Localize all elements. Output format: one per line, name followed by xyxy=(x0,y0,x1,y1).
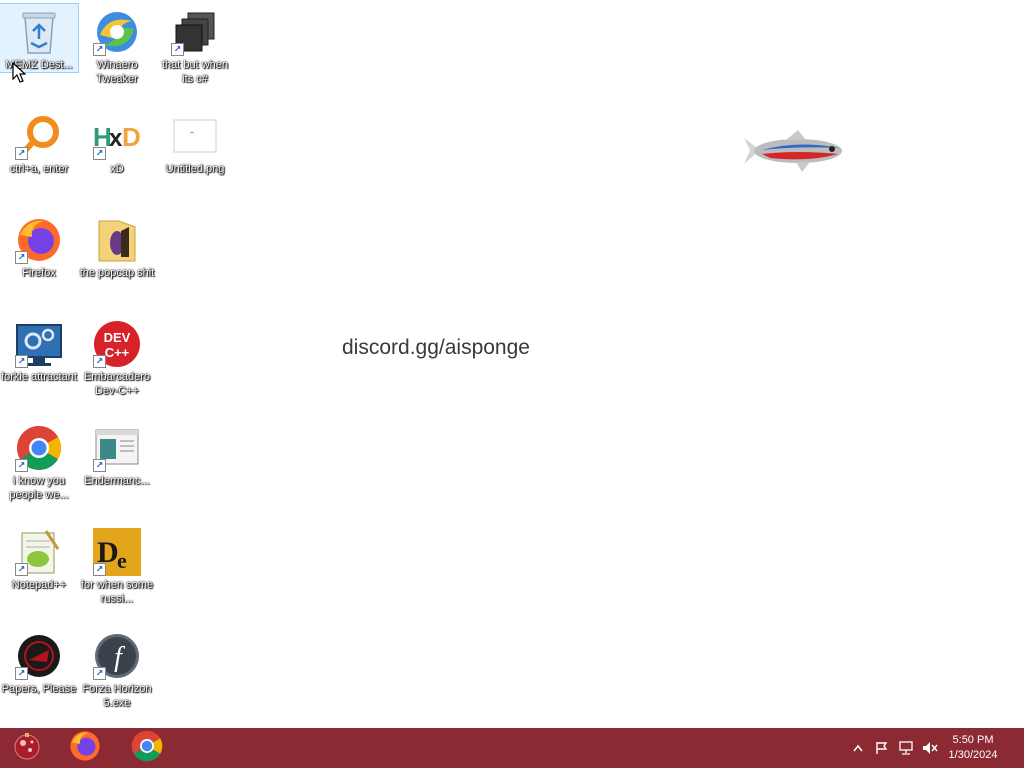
desktop-icon-chrome[interactable]: ↗ i know you people we... xyxy=(0,420,78,502)
de-app-icon: D e ↗ xyxy=(93,528,141,576)
mouse-cursor-icon xyxy=(12,61,27,89)
firefox-icon xyxy=(69,730,101,767)
desktop[interactable]: MEMZ Dest... ↗ ctrl+a, enter ↗ Firefox ↗… xyxy=(0,0,1024,728)
desktop-icon-label: xD xyxy=(110,163,124,175)
firefox-icon: ↗ xyxy=(15,216,63,264)
start-button[interactable] xyxy=(0,728,54,768)
desktop-icon-endermanc[interactable]: ↗ Endermanc... xyxy=(78,420,156,488)
image-file-icon xyxy=(171,112,219,160)
desktop-icon-label: Forza Horizon 5.exe xyxy=(82,683,152,709)
taskbar-firefox-button[interactable] xyxy=(58,728,112,768)
desktop-icon-winaero-tweaker[interactable]: ↗ Winaero Tweaker xyxy=(78,4,156,86)
shortcut-arrow-icon: ↗ xyxy=(93,667,106,680)
desktop-icon-papers-please[interactable]: ↗ Papers, Please xyxy=(0,628,78,696)
shortcut-arrow-icon: ↗ xyxy=(171,43,184,56)
flash-player-icon: f ↗ xyxy=(93,632,141,680)
desktop-icon-label: Winaero Tweaker xyxy=(96,59,138,85)
volume-muted-icon[interactable] xyxy=(922,740,938,756)
desktop-icon-xd[interactable]: H x D ↗ xD xyxy=(78,108,156,176)
desktop-icon-ctrl-a-enter[interactable]: ↗ ctrl+a, enter xyxy=(0,108,78,176)
papers-please-icon: ↗ xyxy=(15,632,63,680)
monitor-gears-icon: ↗ xyxy=(15,320,63,368)
shortcut-arrow-icon: ↗ xyxy=(15,459,28,472)
hxd-icon: H x D ↗ xyxy=(93,112,141,160)
desktop-icon-label: Untitled.png xyxy=(165,163,225,175)
dev-cpp-icon: DEV C++ ↗ xyxy=(93,320,141,368)
svg-text:e: e xyxy=(117,548,127,573)
desktop-icon-that-but-when-its-csharp[interactable]: ↗ that but when its c# xyxy=(156,4,234,86)
desktop-icon-label: forkie attractant xyxy=(1,371,77,383)
taskbar: 5:50 PM 1/30/2024 xyxy=(0,728,1024,768)
svg-text:DEV: DEV xyxy=(104,330,131,345)
start-orb-icon xyxy=(12,731,42,766)
shortcut-arrow-icon: ↗ xyxy=(15,355,28,368)
taskbar-clock[interactable]: 5:50 PM 1/30/2024 xyxy=(938,733,1008,763)
folder-icon xyxy=(93,216,141,264)
svg-text:x: x xyxy=(109,125,123,152)
chrome-icon: ↗ xyxy=(15,424,63,472)
desktop-icon-label: that but when its c# xyxy=(161,59,229,85)
desktop-icon-label: the popcap shit xyxy=(79,267,155,279)
desktop-wallpaper-text: discord.gg/aisponge xyxy=(342,336,530,359)
chrome-icon xyxy=(131,730,163,767)
show-hidden-icons-icon[interactable] xyxy=(850,740,866,756)
network-icon[interactable] xyxy=(898,740,914,756)
desktop-icon-firefox[interactable]: ↗ Firefox xyxy=(0,212,78,280)
shortcut-arrow-icon: ↗ xyxy=(15,147,28,160)
desktop-icon-embarcadero-dev-cpp[interactable]: DEV C++ ↗ Embarcadero Dev-C++ xyxy=(78,316,156,398)
action-center-flag-icon[interactable] xyxy=(874,740,890,756)
window-app-icon: ↗ xyxy=(93,424,141,472)
desktop-icon-label: Endermanc... xyxy=(84,475,150,487)
neon-tetra-fish-icon[interactable] xyxy=(740,128,846,179)
desktop-icon-for-when-some-russi[interactable]: D e ↗ for when some russi... xyxy=(78,524,156,606)
clock-date: 1/30/2024 xyxy=(948,749,998,761)
desktop-icon-label: Papers, Please xyxy=(1,683,77,695)
desktop-icon-the-popcap-shit[interactable]: the popcap shit xyxy=(78,212,156,280)
desktop-icon-label: for when some russi... xyxy=(80,579,154,605)
desktop-icon-forza-horizon-5[interactable]: f ↗ Forza Horizon 5.exe xyxy=(78,628,156,710)
taskbar-chrome-button[interactable] xyxy=(120,728,174,768)
svg-text:D: D xyxy=(122,122,141,152)
desktop-icon-forkie-attractant[interactable]: ↗ forkie attractant xyxy=(0,316,78,384)
shortcut-arrow-icon: ↗ xyxy=(93,43,106,56)
shortcut-arrow-icon: ↗ xyxy=(15,563,28,576)
winaero-tweaker-icon: ↗ xyxy=(93,8,141,56)
desktop-icon-label: Firefox xyxy=(22,267,56,279)
desktop-icon-untitled-png[interactable]: Untitled.png xyxy=(156,108,234,176)
desktop-icon-label: ctrl+a, enter xyxy=(9,163,69,175)
search-magnifier-icon: ↗ xyxy=(15,112,63,160)
svg-text:C++: C++ xyxy=(105,345,130,360)
clock-time: 5:50 PM xyxy=(952,734,994,746)
stacked-windows-icon: ↗ xyxy=(171,8,219,56)
desktop-icon-label: Notepad++ xyxy=(11,579,67,591)
shortcut-arrow-icon: ↗ xyxy=(15,251,28,264)
recycle-bin-icon xyxy=(15,8,63,56)
shortcut-arrow-icon: ↗ xyxy=(15,667,28,680)
desktop-icon-notepad-plus-plus[interactable]: ↗ Notepad++ xyxy=(0,524,78,592)
shortcut-arrow-icon: ↗ xyxy=(93,355,106,368)
shortcut-arrow-icon: ↗ xyxy=(93,147,106,160)
shortcut-arrow-icon: ↗ xyxy=(93,459,106,472)
desktop-icon-label: i know you people we... xyxy=(9,475,69,501)
notepad-plus-plus-icon: ↗ xyxy=(15,528,63,576)
shortcut-arrow-icon: ↗ xyxy=(93,563,106,576)
desktop-icon-label: Embarcadero Dev-C++ xyxy=(83,371,151,397)
